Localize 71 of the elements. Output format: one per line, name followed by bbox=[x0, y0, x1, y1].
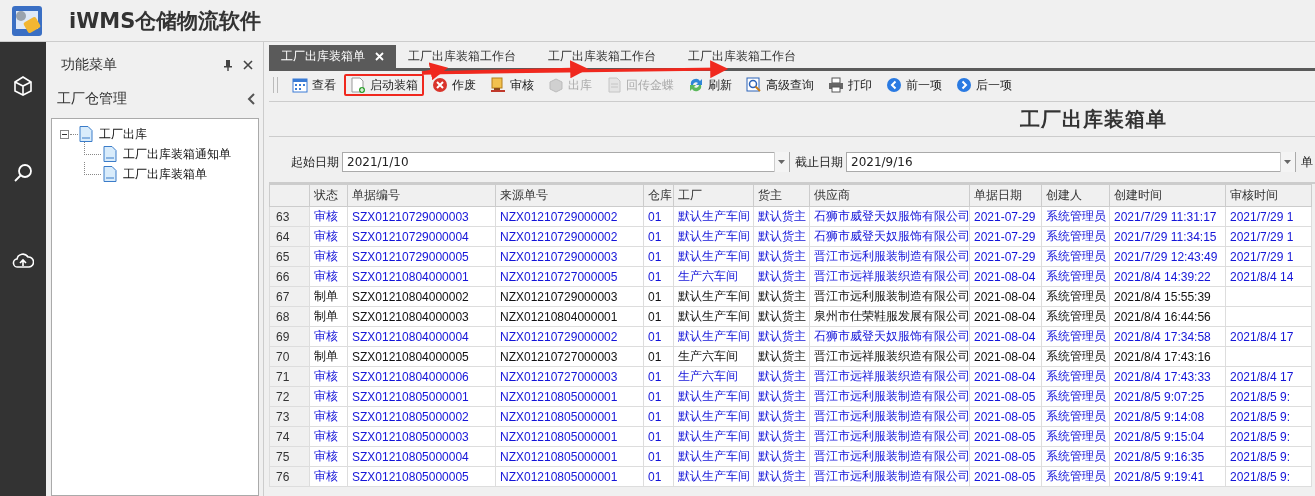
app-logo-icon bbox=[11, 4, 43, 37]
row-number: 66 bbox=[269, 266, 310, 287]
row-number: 63 bbox=[269, 206, 310, 227]
toolbar-button[interactable]: 审核 bbox=[484, 74, 540, 96]
column-header[interactable]: 状态 bbox=[309, 184, 348, 207]
collapse-icon[interactable] bbox=[60, 129, 69, 139]
column-header[interactable]: 来源单号 bbox=[495, 184, 644, 207]
document-icon bbox=[103, 146, 117, 162]
date-field[interactable]: 2021/9/16 bbox=[846, 152, 1296, 172]
toolbar-button[interactable]: 前一项 bbox=[880, 74, 948, 96]
tab[interactable]: 工厂出库装箱工作台 bbox=[536, 45, 668, 68]
column-header[interactable]: 创建人 bbox=[1041, 184, 1110, 207]
row-number: 69 bbox=[269, 326, 310, 347]
section-title: 工厂仓管理 bbox=[57, 90, 127, 108]
document-icon bbox=[79, 126, 93, 142]
dropdown-icon[interactable] bbox=[774, 152, 789, 172]
printer-icon bbox=[828, 77, 844, 93]
search-icon bbox=[746, 77, 762, 93]
close-icon[interactable] bbox=[243, 60, 253, 70]
row-number: 75 bbox=[269, 446, 310, 467]
row-number: 67 bbox=[269, 286, 310, 307]
row-number: 70 bbox=[269, 346, 310, 367]
row-number: 76 bbox=[269, 466, 310, 487]
toolbar-button[interactable]: 后一项 bbox=[950, 74, 1018, 96]
tree-item[interactable]: 工厂出库装箱单 bbox=[123, 165, 207, 183]
row-number: 65 bbox=[269, 246, 310, 267]
row-number: 64 bbox=[269, 226, 310, 247]
stamp-icon bbox=[490, 77, 506, 93]
row-number: 73 bbox=[269, 406, 310, 427]
toolbar-button[interactable]: 刷新 bbox=[682, 74, 738, 96]
column-header[interactable]: 货主 bbox=[753, 184, 810, 207]
tab[interactable]: 工厂出库装箱工作台 bbox=[396, 45, 528, 68]
row-number: 74 bbox=[269, 426, 310, 447]
tab[interactable]: 工厂出库装箱单 bbox=[269, 45, 396, 68]
toolbar-button[interactable]: 打印 bbox=[822, 74, 878, 96]
document-icon bbox=[606, 77, 622, 93]
report-title: 工厂出库装箱单 bbox=[1020, 105, 1167, 133]
field-label: 起始日期 bbox=[291, 153, 339, 171]
toolbar-button[interactable]: 高级查询 bbox=[740, 74, 820, 96]
column-header[interactable]: 仓库 bbox=[643, 184, 674, 207]
column-header[interactable]: 审核时间 bbox=[1225, 184, 1312, 207]
calendar-icon bbox=[292, 77, 308, 93]
cancel-icon bbox=[432, 77, 448, 93]
field-label: 截止日期 bbox=[795, 153, 843, 171]
tree-item[interactable]: 工厂出库装箱通知单 bbox=[123, 145, 231, 163]
forward-icon bbox=[956, 77, 972, 93]
refresh-icon bbox=[688, 77, 704, 93]
column-header[interactable]: 创建时间 bbox=[1109, 184, 1226, 207]
field-label: 单 bbox=[1301, 153, 1313, 171]
tree-item[interactable]: 工厂出库 bbox=[99, 125, 147, 143]
row-number: 71 bbox=[269, 366, 310, 387]
date-field[interactable]: 2021/1/10 bbox=[342, 152, 790, 172]
toolbar-button[interactable]: 启动装箱 bbox=[344, 74, 424, 96]
document-icon bbox=[103, 166, 117, 182]
collapse-icon[interactable] bbox=[247, 93, 255, 105]
pin-icon[interactable] bbox=[223, 59, 233, 71]
row-number: 72 bbox=[269, 386, 310, 407]
row-number: 68 bbox=[269, 306, 310, 327]
column-header[interactable]: 单据日期 bbox=[969, 184, 1042, 207]
panel-title: 功能菜单 bbox=[61, 56, 117, 74]
back-icon bbox=[886, 77, 902, 93]
app-title: iWMS仓储物流软件 bbox=[69, 7, 262, 35]
search-icon[interactable] bbox=[12, 162, 34, 184]
dropdown-icon[interactable] bbox=[1280, 152, 1295, 172]
tab[interactable]: 工厂出库装箱工作台 bbox=[676, 45, 808, 68]
new-document-icon bbox=[350, 77, 366, 93]
toolbar-button[interactable]: 查看 bbox=[286, 74, 342, 96]
column-header[interactable]: 工厂 bbox=[673, 184, 754, 207]
column-header[interactable]: 供应商 bbox=[809, 184, 970, 207]
toolbar-button[interactable]: 作废 bbox=[426, 74, 482, 96]
column-header[interactable]: 单据编号 bbox=[347, 184, 496, 207]
